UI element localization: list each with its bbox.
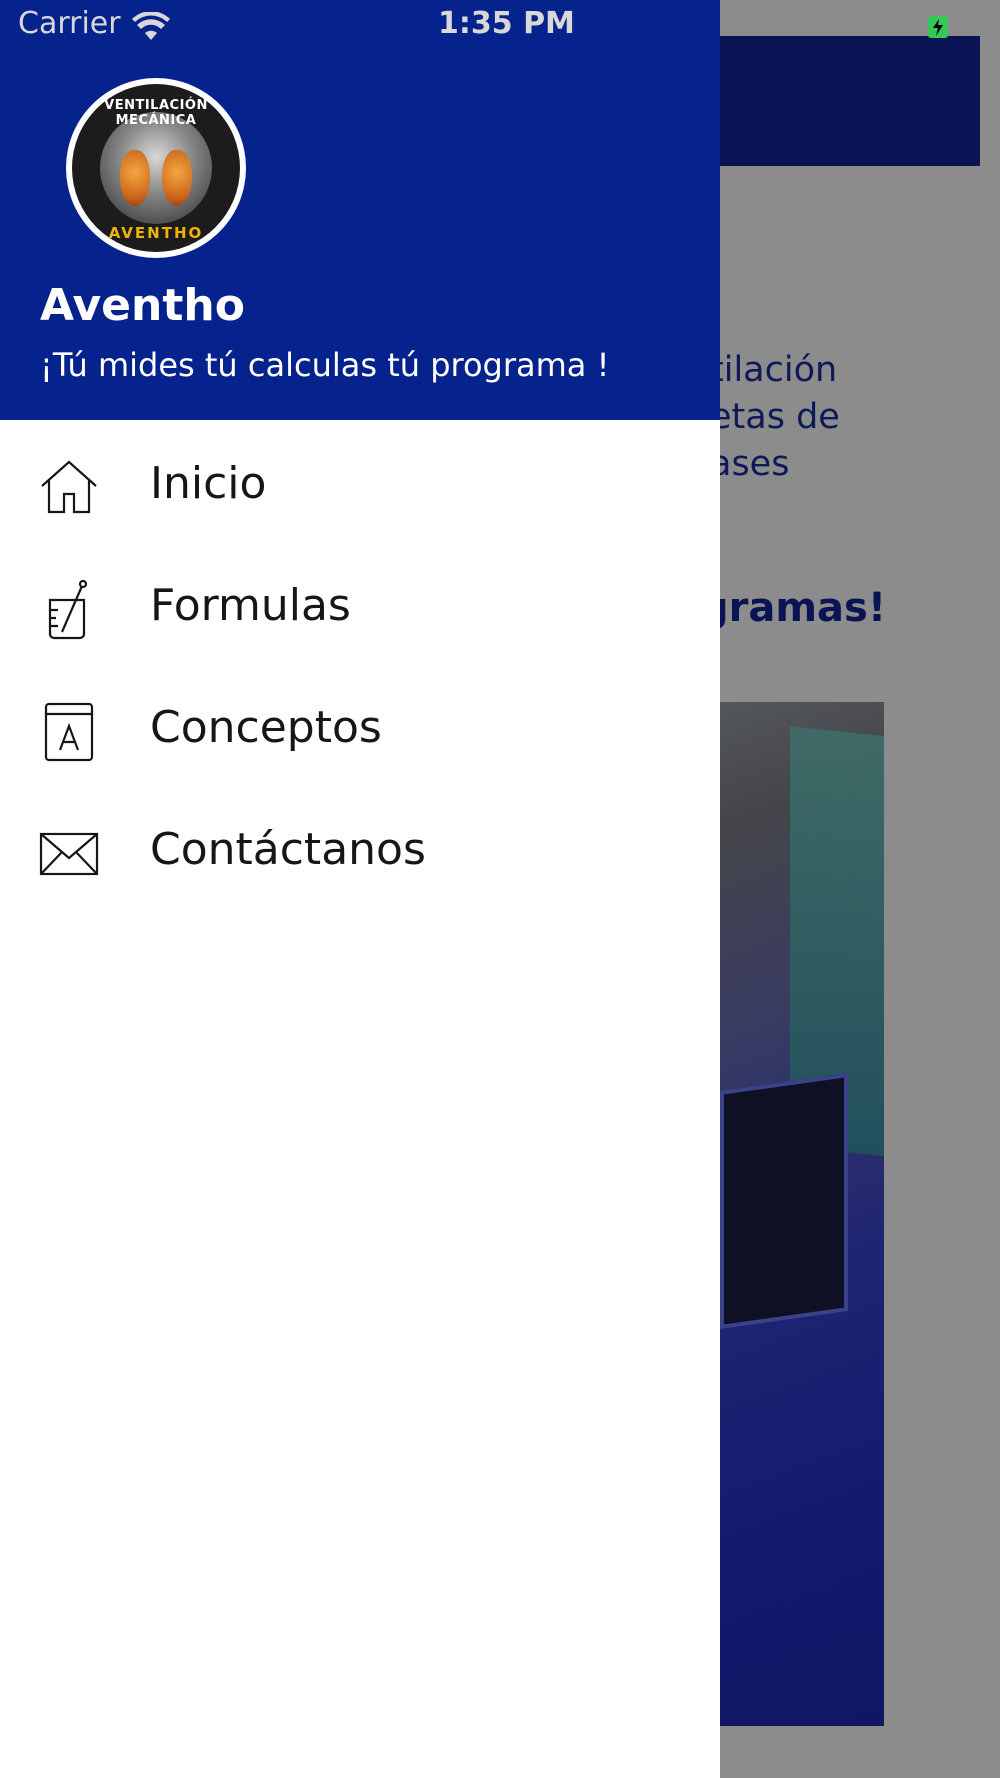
app-name: Aventho — [40, 280, 245, 331]
menu-item-inicio[interactable]: Inicio — [0, 430, 720, 552]
app-logo: VENTILACIÓN MECÁNICA AVENTHO — [66, 78, 246, 258]
clock: 1:35 PM — [438, 6, 575, 41]
status-bar: Carrier 1:35 PM — [0, 0, 1000, 56]
beaker-icon — [48, 579, 88, 640]
menu-item-label: Formulas — [150, 580, 351, 631]
menu-item-formulas[interactable]: Formulas — [0, 552, 720, 674]
mail-icon — [39, 832, 99, 876]
carrier-label: Carrier — [18, 6, 121, 41]
menu-item-label: Contáctanos — [150, 824, 426, 875]
battery-charging-icon — [928, 16, 948, 38]
navigation-drawer: VENTILACIÓN MECÁNICA AVENTHO Aventho ¡Tú… — [0, 0, 720, 1778]
menu-item-label: Conceptos — [150, 702, 382, 753]
logo-bottom-text: AVENTHO — [108, 224, 204, 242]
lung-icon — [120, 150, 150, 206]
lung-icon — [162, 150, 192, 206]
app-tagline: ¡Tú mides tú calculas tú programa ! — [40, 346, 610, 384]
logo-top-text: VENTILACIÓN MECÁNICA — [104, 98, 208, 128]
drawer-header: VENTILACIÓN MECÁNICA AVENTHO Aventho ¡Tú… — [0, 0, 720, 420]
home-icon — [41, 460, 97, 514]
wifi-icon — [132, 12, 170, 40]
menu-item-contactanos[interactable]: Contáctanos — [0, 796, 720, 918]
book-icon — [44, 702, 94, 762]
menu-item-conceptos[interactable]: Conceptos — [0, 674, 720, 796]
drawer-menu: Inicio Formulas Conceptos Contáctanos — [0, 430, 720, 918]
menu-item-label: Inicio — [150, 458, 267, 509]
